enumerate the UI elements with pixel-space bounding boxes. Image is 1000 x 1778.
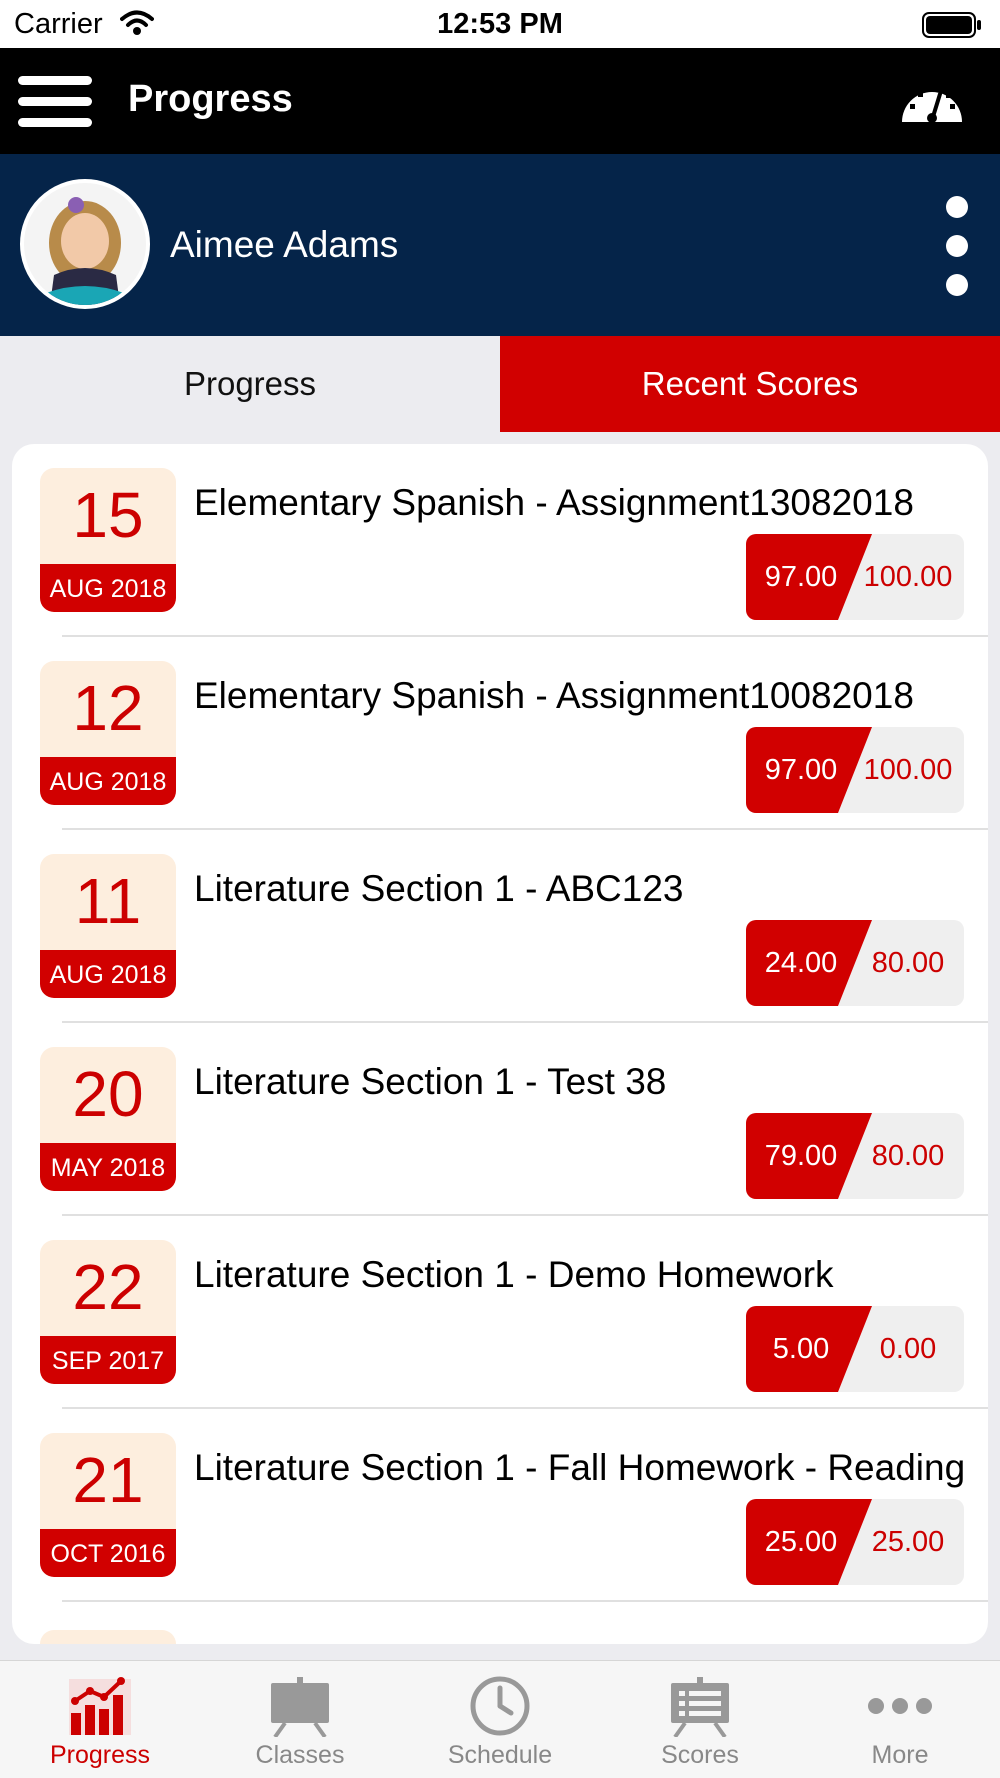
status-time: 12:53 PM	[437, 8, 563, 40]
score-value: 79.00	[764, 1140, 838, 1172]
tab-recent-scores[interactable]: Recent Scores	[500, 336, 1000, 432]
assignment-title: Elementary Spanish - Assignment13082018	[194, 482, 914, 523]
score-row[interactable]: 11 AUG 2018 Literature Section 1 - ABC12…	[12, 830, 988, 1023]
score-value: 97.00	[764, 561, 838, 593]
student-name: Aimee Adams	[170, 224, 399, 265]
nav-label: Progress	[49, 1741, 151, 1769]
avatar-photo	[24, 183, 146, 305]
scoreboard-icon	[671, 1677, 729, 1737]
score-max: 25.00	[871, 1526, 945, 1558]
score-row[interactable]: 22 SEP 2017 Literature Section 1 - Demo …	[12, 1216, 988, 1409]
date-badge: 12 AUG 2018	[40, 661, 176, 805]
score-pill: 97.00 100.00	[746, 727, 964, 813]
date-day: 21	[72, 1444, 144, 1516]
date-month: OCT 2016	[40, 1529, 176, 1577]
row-divider	[62, 1600, 988, 1602]
date-month: AUG 2018	[40, 757, 176, 805]
date-badge: 20 MAY 2018	[40, 1047, 176, 1191]
date-day: 12	[72, 672, 144, 744]
date-badge: 11 AUG 2018	[40, 854, 176, 998]
score-row[interactable]: 12 AUG 2018 Elementary Spanish - Assignm…	[12, 637, 988, 830]
score-row[interactable]: 21 OCT 2016 Literature Section 1 - Fall …	[12, 1409, 988, 1602]
assignment-title: Literature Section 1 - Fall Homework - R…	[194, 1447, 966, 1488]
tab-bar: Progress Recent Scores	[0, 336, 1000, 432]
score-pill: 5.00 0.00	[746, 1306, 964, 1392]
hamburger-menu-icon[interactable]	[18, 76, 92, 128]
nav-more[interactable]: More	[800, 1661, 1000, 1778]
nav-label: Classes	[255, 1741, 345, 1769]
nav-progress[interactable]: Progress	[0, 1661, 200, 1778]
status-bar: Carrier 12:53 PM	[0, 0, 1000, 48]
assignment-title: Literature Section 1 - Test 38	[194, 1061, 667, 1102]
score-max: 0.00	[879, 1333, 937, 1365]
date-day: 22	[72, 1251, 144, 1323]
score-value: 25.00	[764, 1526, 838, 1558]
more-dots-icon	[868, 1698, 932, 1714]
score-pill: 79.00 80.00	[746, 1113, 964, 1199]
score-pill: 97.00 100.00	[746, 534, 964, 620]
recent-scores-list[interactable]: 15 AUG 2018 Elementary Spanish - Assignm…	[12, 444, 988, 1644]
battery-icon	[922, 12, 981, 38]
app-header: Progress	[0, 48, 1000, 154]
score-value: 97.00	[764, 754, 838, 786]
score-max: 80.00	[871, 947, 945, 979]
score-pill: 24.00 80.00	[746, 920, 964, 1006]
date-day: 20	[72, 1058, 144, 1130]
vertical-dots-icon[interactable]	[944, 194, 970, 298]
date-badge: 22 SEP 2017	[40, 1240, 176, 1384]
nav-classes[interactable]: Classes	[200, 1661, 400, 1778]
nav-scores[interactable]: Scores	[600, 1661, 800, 1778]
page-title: Progress	[128, 78, 293, 120]
date-month: MAY 2018	[40, 1143, 176, 1191]
nav-label: Scores	[661, 1741, 739, 1769]
date-month: AUG 2018	[40, 950, 176, 998]
student-bar[interactable]: Aimee Adams	[0, 154, 1000, 336]
date-badge: 21 OCT 2016	[40, 1433, 176, 1577]
date-month: AUG 2018	[40, 564, 176, 612]
score-pill: 25.00 25.00	[746, 1499, 964, 1585]
date-day: 15	[72, 479, 144, 551]
assignment-title: Elementary Spanish - Assignment10082018	[194, 675, 914, 716]
avatar	[20, 179, 150, 309]
date-badge-partial	[40, 1630, 176, 1644]
score-max: 100.00	[863, 754, 953, 786]
score-max: 80.00	[871, 1140, 945, 1172]
date-badge: 15 AUG 2018	[40, 468, 176, 612]
score-max: 100.00	[863, 561, 953, 593]
score-value: 5.00	[772, 1333, 830, 1365]
date-month: SEP 2017	[40, 1336, 176, 1384]
easel-icon	[271, 1677, 329, 1737]
bar-chart-icon	[69, 1677, 131, 1735]
tab-progress[interactable]: Progress	[0, 336, 500, 432]
clock-icon	[470, 1676, 530, 1736]
gauge-icon[interactable]	[900, 76, 964, 124]
assignment-title: Literature Section 1 - ABC123	[194, 868, 684, 909]
score-row[interactable]: 15 AUG 2018 Elementary Spanish - Assignm…	[12, 444, 988, 637]
score-row[interactable]: 20 MAY 2018 Literature Section 1 - Test …	[12, 1023, 988, 1216]
nav-schedule[interactable]: Schedule	[400, 1661, 600, 1778]
nav-label: More	[871, 1741, 929, 1769]
score-value: 24.00	[764, 947, 838, 979]
date-day: 11	[74, 865, 142, 937]
bottom-tab-bar: Progress Classes Schedule Scores More	[0, 1660, 1000, 1778]
nav-label: Schedule	[447, 1741, 553, 1769]
assignment-title: Literature Section 1 - Demo Homework	[194, 1254, 834, 1295]
